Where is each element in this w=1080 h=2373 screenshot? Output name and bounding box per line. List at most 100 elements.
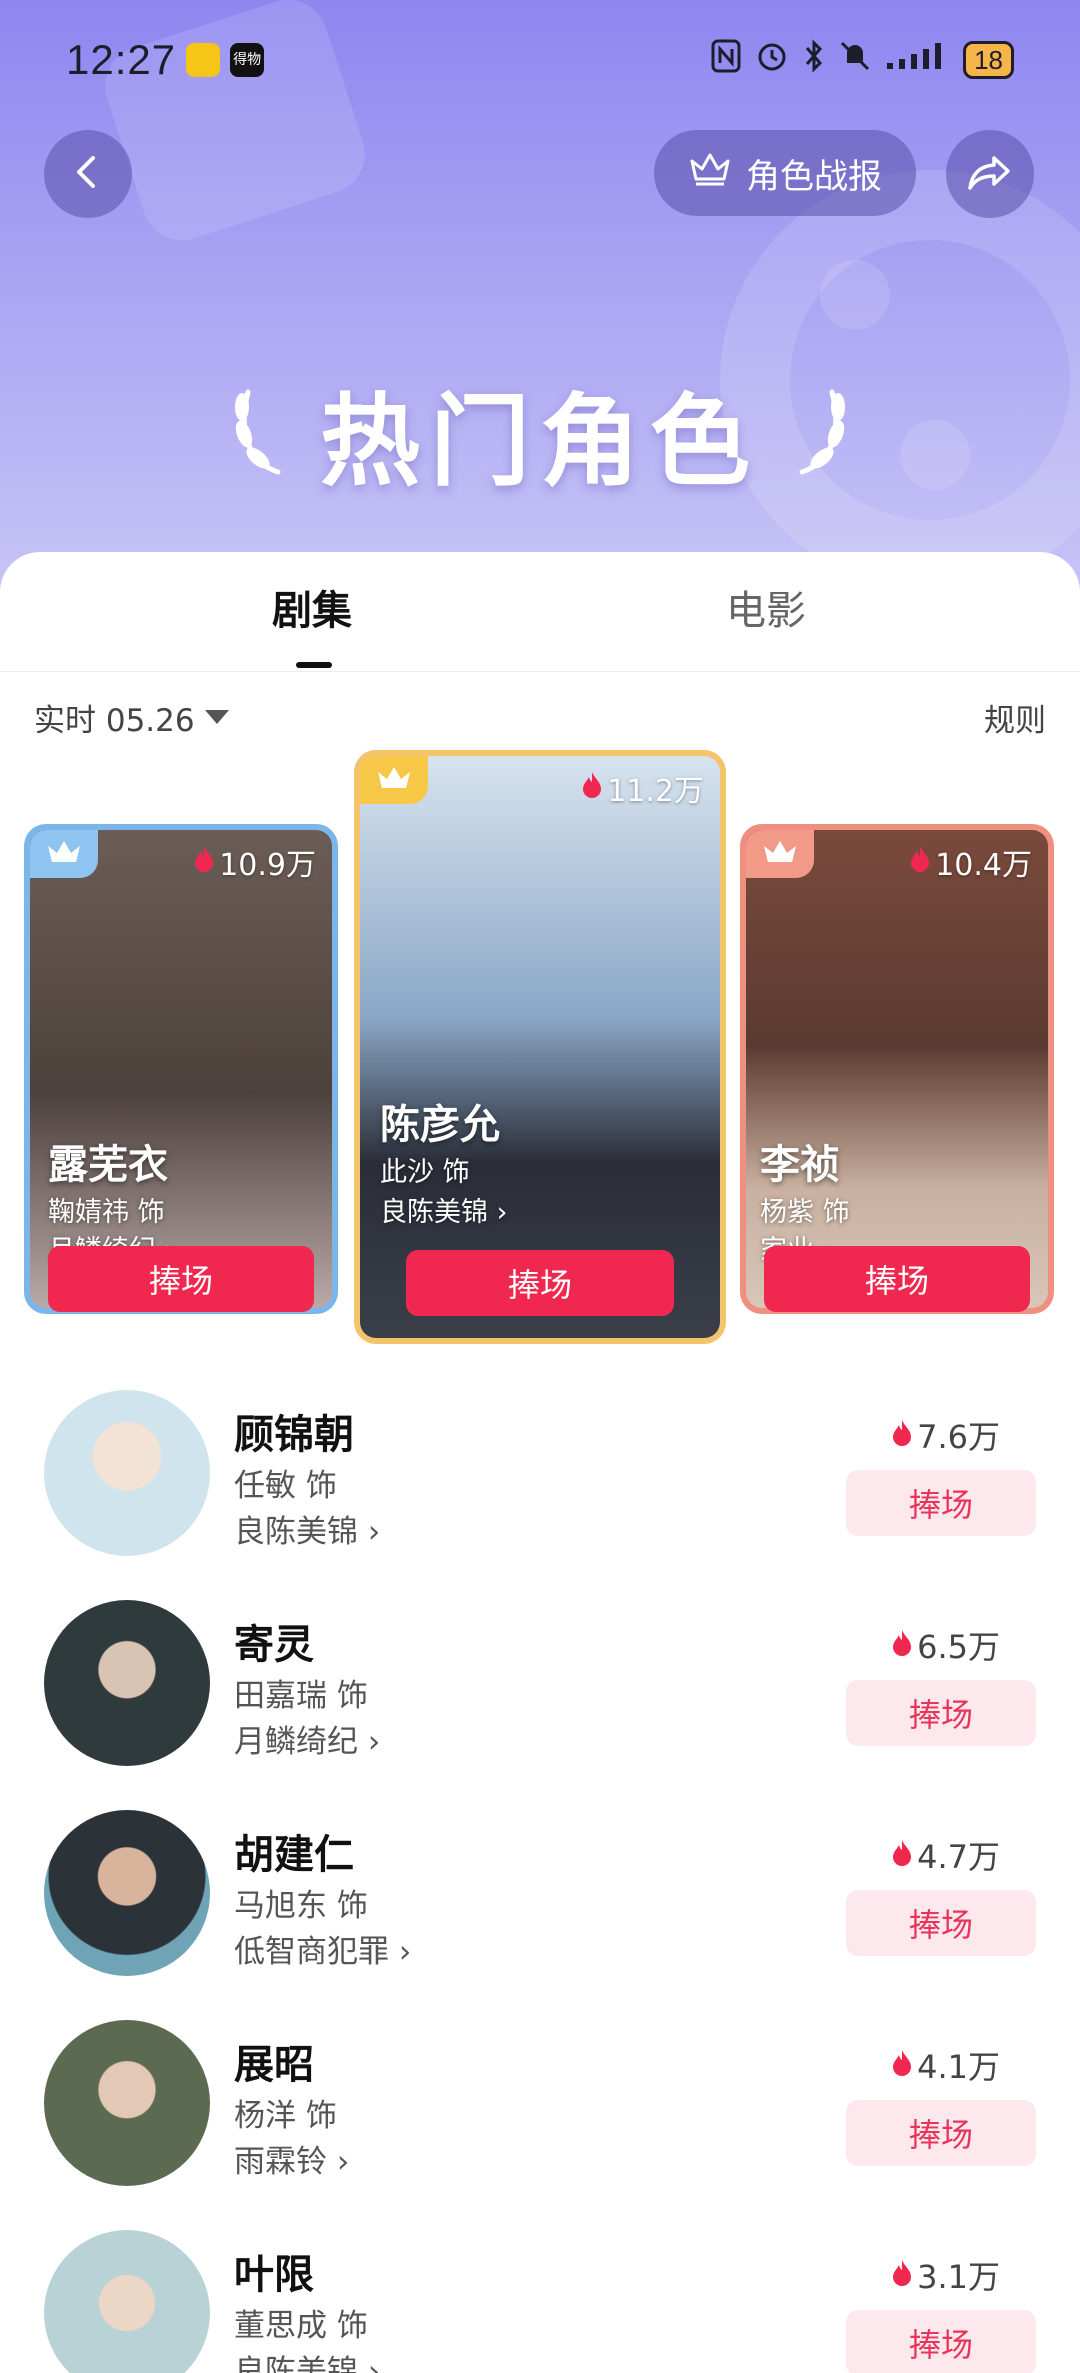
actor-name: 田嘉瑞 饰 [234,1678,368,1714]
character-name: 胡建仁 [234,1832,354,1878]
chevron-left-icon [68,152,108,196]
cheer-button[interactable]: 捧场 [406,1250,674,1316]
avatar [44,2020,210,2186]
crown-outline-icon [688,151,732,196]
nfc-icon [711,39,741,81]
cheer-button[interactable]: 捧场 [846,1890,1036,1956]
cheer-button[interactable]: 捧场 [846,1470,1036,1536]
character-name: 寄灵 [234,1622,314,1668]
heat-value: 4.7万 [891,1832,1000,1878]
flame-icon [581,770,603,806]
share-arrow-icon [966,152,1014,196]
character-name: 展昭 [234,2042,314,2088]
filter-row: 实时 05.26 规则 [34,692,1046,742]
avatar [44,1390,210,1556]
heat-text: 11.2万 [607,774,704,809]
category-tabs: 剧集 电影 [0,552,1080,672]
drama-title: 良陈美锦 [234,2354,358,2373]
cheer-button[interactable]: 捧场 [48,1246,314,1312]
drama-title: 雨霖铃 [234,2144,327,2180]
drama-title: 良陈美锦 [234,1514,358,1550]
character-photo: 10.4万 李祯 杨紫 饰 家业 › [746,830,1048,1308]
drama-link[interactable]: 雨霖铃 › [234,2136,349,2181]
character-name: 叶限 [234,2252,314,2298]
actor-name: 任敏 饰 [234,1468,337,1504]
status-time: 12:27 [66,36,177,83]
drama-title: 低智商犯罪 [234,1934,389,1970]
actor-name: 马旭东 饰 [234,1888,368,1924]
role-report-label: 角色战报 [746,156,882,197]
rank-badge [746,830,814,878]
cheer-button[interactable]: 捧场 [846,2100,1036,2166]
signal-icon [885,41,949,79]
drama-link[interactable]: 良陈美锦 › [380,1190,507,1229]
share-button[interactable] [946,130,1034,218]
mute-icon [839,39,871,81]
page-title: 热门角色 [320,383,760,500]
avatar [44,2230,210,2373]
tab-movie[interactable]: 电影 [726,578,806,636]
actor-name: 杨洋 饰 [234,2098,337,2134]
back-button[interactable] [44,130,132,218]
crown-icon [45,838,83,870]
status-bar: 12:27 得物 18 [0,0,1080,120]
character-name: 陈彦允 [380,1102,500,1148]
list-item[interactable]: 叶限 董思成 饰 良陈美锦 › 3.1万 捧场 [0,2200,1080,2373]
cheer-button[interactable]: 捧场 [846,2310,1036,2373]
cheer-button[interactable]: 捧场 [764,1246,1030,1312]
heat-value: 3.1万 [891,2252,1000,2298]
actor-name: 杨紫 饰 [760,1197,850,1228]
active-tab-indicator [296,662,332,668]
actor-name: 董思成 饰 [234,2308,368,2344]
list-item[interactable]: 展昭 杨洋 饰 雨霖铃 › 4.1万 捧场 [0,1990,1080,2190]
date-filter-label: 实时 05.26 [34,702,195,739]
rules-link[interactable]: 规则 [984,695,1046,740]
heat-value: 4.1万 [891,2042,1000,2088]
character-name: 露芜衣 [48,1142,168,1188]
content-panel: 剧集 电影 实时 05.26 规则 10.9万 露芜衣 鞠婧祎 饰 月鳞绮纪 ›… [0,552,1080,2373]
flame-icon [891,2256,913,2294]
character-name: 李祯 [760,1142,840,1188]
drama-link[interactable]: 月鳞绮纪 › [234,1716,380,1761]
heat-text: 10.4万 [935,848,1032,883]
crown-icon [375,764,413,796]
crown-icon [761,838,799,870]
heat-value: 7.6万 [891,1412,1000,1458]
status-icons: 18 [711,39,1014,81]
character-name: 顾锦朝 [234,1412,354,1458]
top-card-rank-2[interactable]: 10.9万 露芜衣 鞠婧祎 饰 月鳞绮纪 › 捧场 [24,824,338,1314]
role-report-button[interactable]: 角色战报 [654,130,916,216]
laurel-right-icon [792,372,852,486]
bluetooth-icon [803,39,825,81]
top-card-rank-3[interactable]: 10.4万 李祯 杨紫 饰 家业 › 捧场 [740,824,1054,1314]
heat-text: 4.1万 [917,2048,1000,2086]
list-item[interactable]: 顾锦朝 任敏 饰 良陈美锦 › 7.6万 捧场 [0,1360,1080,1560]
heat-value: 6.5万 [891,1622,1000,1668]
flame-icon [891,1416,913,1454]
flame-icon [891,1836,913,1874]
avatar [44,1810,210,1976]
list-item[interactable]: 寄灵 田嘉瑞 饰 月鳞绮纪 › 6.5万 捧场 [0,1570,1080,1770]
drama-title: 月鳞绮纪 [234,1724,358,1760]
date-filter-dropdown[interactable]: 实时 05.26 [34,695,229,740]
actor-name: 此沙 饰 [380,1157,470,1188]
heat-text: 10.9万 [219,848,316,883]
rank-badge [360,756,428,804]
heat-value: 11.2万 [581,766,704,810]
top-card-rank-1[interactable]: 11.2万 陈彦允 此沙 饰 良陈美锦 › 捧场 [354,750,726,1344]
film-reel-hole [820,260,890,330]
heat-value: 10.4万 [909,840,1032,884]
tab-series[interactable]: 剧集 [272,578,352,636]
dewu-app-icon: 得物 [230,43,265,77]
caret-down-icon [204,710,229,724]
heat-text: 3.1万 [917,2258,1000,2296]
heat-text: 7.6万 [917,1418,1000,1456]
drama-link[interactable]: 良陈美锦 › [234,1506,380,1551]
flame-icon [891,2046,913,2084]
list-item[interactable]: 胡建仁 马旭东 饰 低智商犯罪 › 4.7万 捧场 [0,1780,1080,1980]
heat-text: 4.7万 [917,1838,1000,1876]
alarm-icon [755,39,789,81]
drama-link[interactable]: 低智商犯罪 › [234,1926,411,1971]
drama-link[interactable]: 良陈美锦 › [234,2346,380,2373]
cheer-button[interactable]: 捧场 [846,1680,1036,1746]
